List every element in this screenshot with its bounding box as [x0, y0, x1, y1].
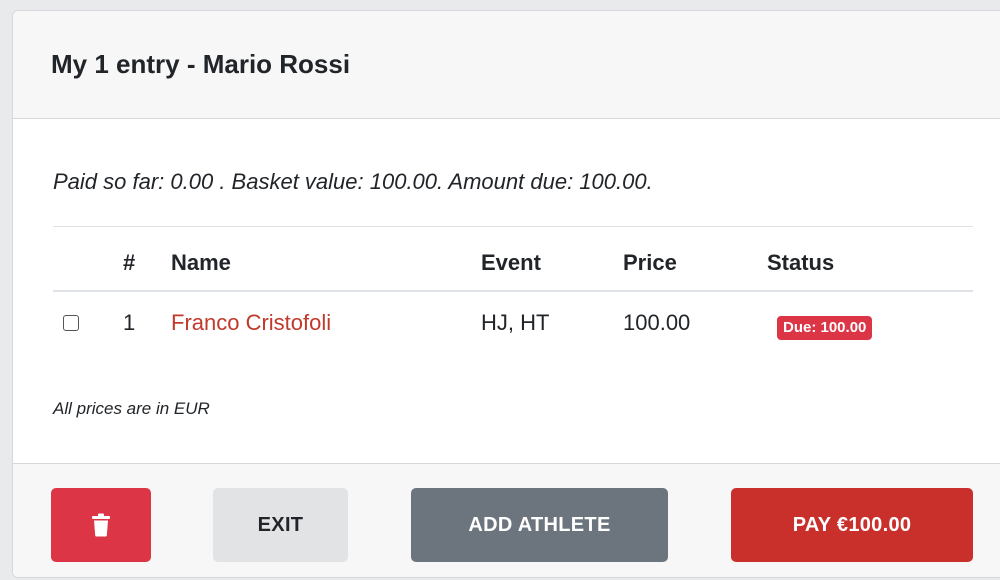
- row-number: 1: [123, 310, 136, 335]
- row-price: 100.00: [623, 310, 691, 335]
- exit-button[interactable]: EXIT: [213, 488, 348, 562]
- table-divider: [53, 226, 973, 227]
- payment-summary: Paid so far: 0.00 . Basket value: 100.00…: [53, 169, 653, 194]
- column-header-name: Name: [171, 250, 231, 275]
- currency-note: All prices are in EUR: [53, 399, 210, 418]
- delete-button[interactable]: [51, 488, 151, 562]
- column-header-number: #: [123, 250, 136, 275]
- column-header-status: Status: [767, 250, 835, 275]
- row-select-checkbox[interactable]: [63, 315, 79, 331]
- add-athlete-button[interactable]: ADD ATHLETE: [411, 488, 668, 562]
- pay-button[interactable]: PAY €100.00: [731, 488, 973, 562]
- athlete-name-link[interactable]: Franco Cristofoli: [171, 310, 331, 336]
- entry-card: My 1 entry - Mario Rossi Paid so far: 0.…: [12, 10, 1000, 578]
- trash-icon: [92, 513, 110, 537]
- status-badge: Due: 100.00: [777, 316, 873, 340]
- row-event: HJ, HT: [481, 310, 550, 335]
- card-header: My 1 entry - Mario Rossi: [13, 11, 1000, 119]
- card-footer: EXIT ADD ATHLETE PAY €100.00: [13, 463, 1000, 577]
- table-header-divider: [53, 290, 973, 292]
- column-header-event: Event: [481, 250, 541, 275]
- column-header-price: Price: [623, 250, 677, 275]
- card-body: Paid so far: 0.00 . Basket value: 100.00…: [13, 119, 1000, 463]
- page-title: My 1 entry - Mario Rossi: [51, 49, 351, 79]
